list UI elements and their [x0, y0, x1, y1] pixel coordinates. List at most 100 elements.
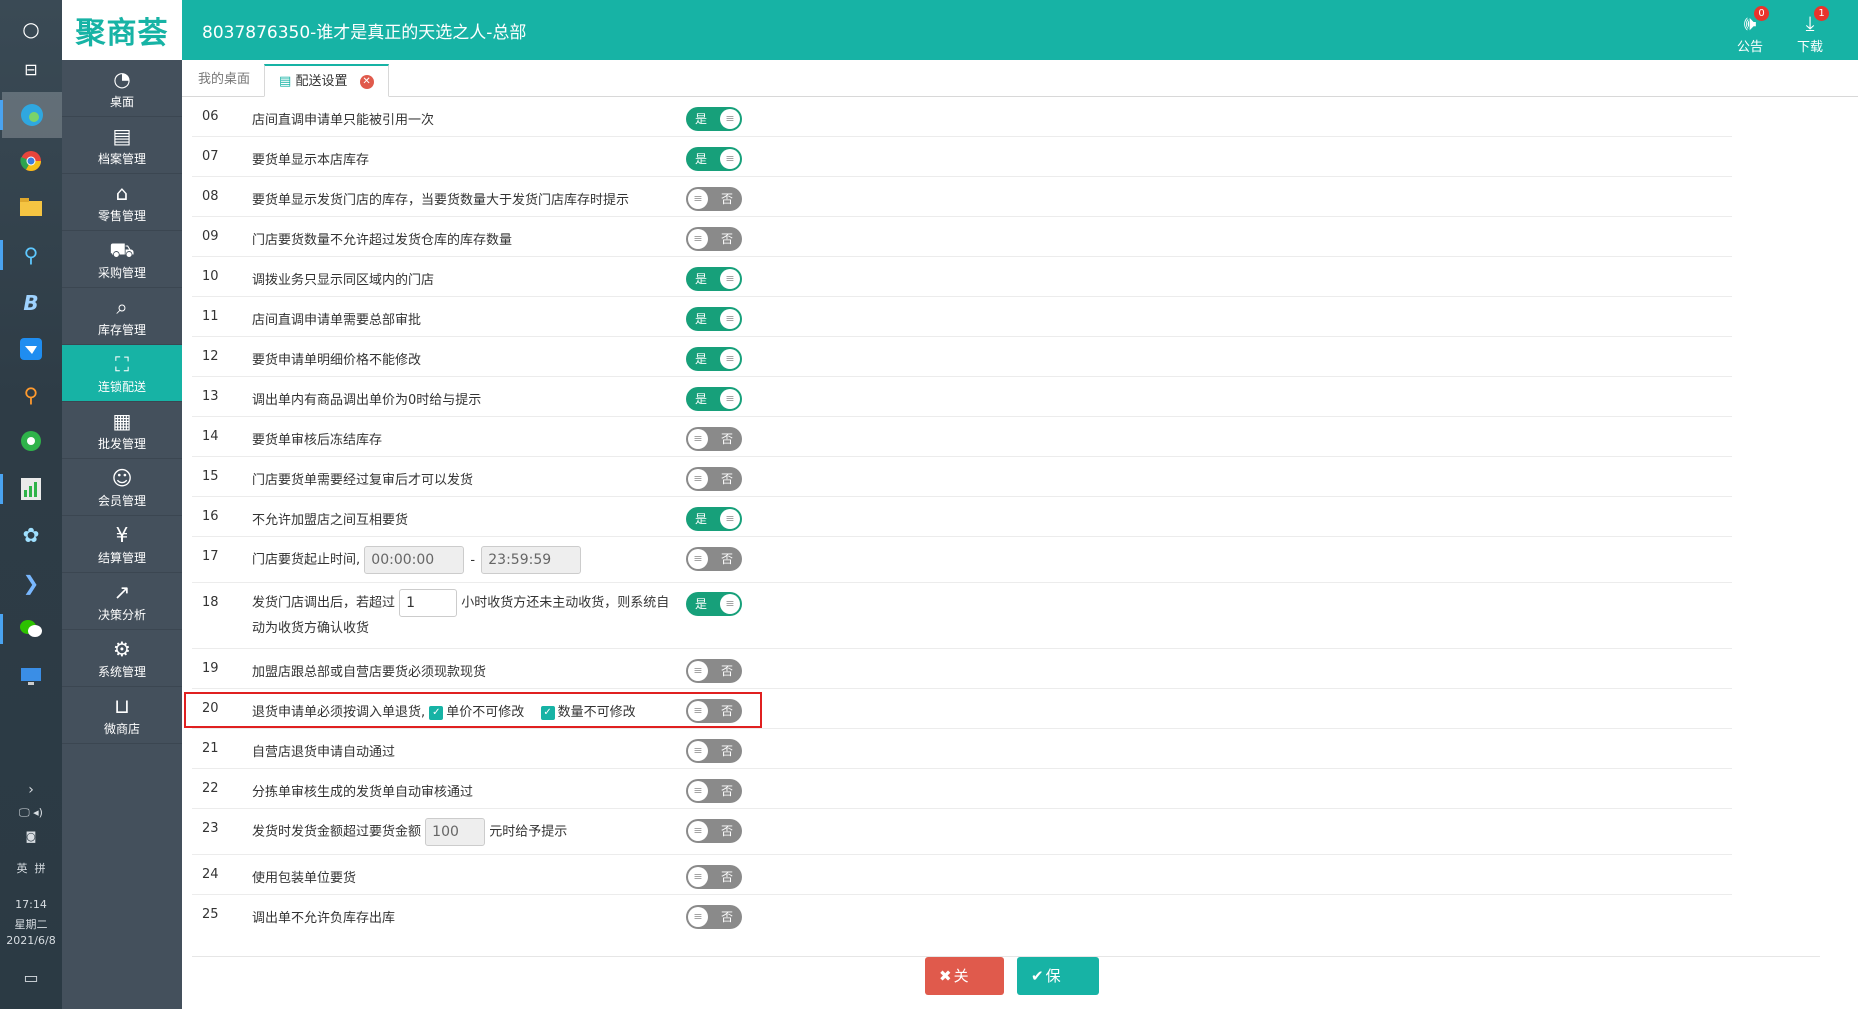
- menu-icon: ≡: [688, 781, 708, 801]
- toggle-switch[interactable]: 是 ≡: [686, 347, 742, 371]
- tray-expand-icon[interactable]: ›: [0, 782, 62, 798]
- toggle-switch[interactable]: ≡ 否: [686, 187, 742, 211]
- file-explorer-icon[interactable]: [14, 190, 48, 224]
- wechat-app-icon[interactable]: [14, 612, 48, 646]
- amount-input[interactable]: 100: [425, 818, 486, 846]
- close-x-icon: ✖: [939, 967, 954, 985]
- feishu-app-icon[interactable]: [14, 332, 48, 366]
- setting-row: 06 店间直调申请单只能被引用一次 是 ≡: [192, 97, 1732, 137]
- flower-app-icon[interactable]: ✿: [14, 518, 48, 552]
- toggle-switch[interactable]: 是 ≡: [686, 147, 742, 171]
- toggle-switch[interactable]: ≡ 否: [686, 659, 742, 683]
- toggle-switch[interactable]: 是 ≡: [686, 507, 742, 531]
- close-button[interactable]: ✖关 闭: [925, 957, 1004, 1009]
- clock-time[interactable]: 17:14: [0, 898, 62, 911]
- nav-item-chain-delivery[interactable]: ⛶ 连锁配送: [62, 345, 182, 402]
- toggle-switch[interactable]: 是 ≡: [686, 387, 742, 411]
- toggle-switch[interactable]: ≡ 否: [686, 739, 742, 763]
- toggle-switch[interactable]: 是 ≡: [686, 307, 742, 331]
- app-logo[interactable]: 聚商荟: [62, 0, 182, 60]
- toggle-switch[interactable]: ≡ 否: [686, 427, 742, 451]
- delivery-icon: ⛶: [115, 351, 129, 376]
- setting-row: 08 要货单显示发货门店的库存，当要货数量大于发货门店库存时提示 ≡ 否: [192, 177, 1732, 217]
- task-view-icon[interactable]: ⊟: [14, 52, 48, 86]
- menu-icon: ≡: [720, 509, 740, 529]
- delivery-settings-list: 06 店间直调申请单只能被引用一次 是 ≡ 07 要货单显示本店库存 是 ≡ 08 …: [182, 97, 1858, 1009]
- toggle-switch[interactable]: 是 ≡: [686, 592, 742, 616]
- chart-app-icon[interactable]: [14, 472, 48, 506]
- tab-my-desktop[interactable]: 我的桌面: [184, 64, 264, 97]
- edge-browser-icon[interactable]: [2, 92, 62, 138]
- running-app-indicator: [0, 614, 3, 644]
- member-icon: ☺: [111, 465, 133, 490]
- toggle-switch[interactable]: ≡ 否: [686, 779, 742, 803]
- dolphin-app-icon[interactable]: ❯: [14, 566, 48, 600]
- menu-icon: ≡: [688, 429, 708, 449]
- remote-desktop-icon[interactable]: [14, 660, 48, 694]
- nav-item-inventory[interactable]: ⌕ 库存管理: [62, 288, 182, 345]
- toggle-switch[interactable]: ≡ 否: [686, 467, 742, 491]
- active-app-indicator: [0, 100, 3, 130]
- download-label: 下载: [1796, 40, 1823, 55]
- menu-icon: ≡: [720, 349, 740, 369]
- clock-date: 2021/6/8: [6, 934, 56, 947]
- unit-price-checkbox[interactable]: ✓: [429, 705, 444, 720]
- save-button[interactable]: ✔保 存: [1017, 957, 1099, 1009]
- security-tray-icon[interactable]: ◙: [0, 830, 62, 843]
- nav-item-system[interactable]: ⚙ 系统管理: [62, 630, 182, 687]
- menu-icon: ≡: [688, 821, 708, 841]
- magnifier-app-icon[interactable]: ⚲: [14, 378, 48, 412]
- nav-item-wholesale[interactable]: ▦ 批发管理: [62, 402, 182, 459]
- setting-row: 12 要货申请单明细价格不能修改 是 ≡: [192, 337, 1732, 377]
- menu-icon: ≡: [688, 549, 708, 569]
- setting-row: 17 门店要货起止时间, 00:00:00 - 23:59:59 ≡ 否: [192, 537, 1732, 583]
- quantity-checkbox[interactable]: ✓: [540, 705, 555, 720]
- menu-icon: ≡: [688, 661, 708, 681]
- setting-row: 19 加盟店跟总部或自营店要货必须现款现货 ≡ 否: [192, 649, 1732, 689]
- green-app-icon[interactable]: [14, 424, 48, 458]
- search-app-icon[interactable]: ⚲: [14, 238, 48, 272]
- close-icon[interactable]: ✕: [359, 74, 374, 89]
- toggle-switch[interactable]: ≡ 否: [686, 905, 742, 929]
- tab-delivery-settings[interactable]: ▤ 配送设置 ✕: [264, 64, 389, 97]
- setting-row: 20 退货申请单必须按调入单退货, ✓ 单价不可修改 ✓ 数量不可修改 ≡ 否: [192, 689, 1732, 729]
- menu-icon: ≡: [720, 389, 740, 409]
- clock-weekday: 星期二: [14, 918, 48, 931]
- setting-row: 21 自营店退货申请自动通过 ≡ 否: [192, 729, 1732, 769]
- nav-item-purchase[interactable]: ⛟ 采购管理: [62, 231, 182, 288]
- bilibili-app-icon[interactable]: B: [14, 286, 48, 320]
- network-volume-tray-icon[interactable]: 🖵 ◂): [0, 806, 62, 820]
- toggle-switch[interactable]: 是 ≡: [686, 107, 742, 131]
- menu-icon: ≡: [688, 701, 708, 721]
- menu-icon: ≡: [688, 907, 708, 927]
- nav-item-retail[interactable]: ⌂ 零售管理: [62, 174, 182, 231]
- notice-label: 公告: [1736, 40, 1763, 55]
- nav-item-analysis[interactable]: ↗ 决策分析: [62, 573, 182, 630]
- toggle-switch[interactable]: ≡ 否: [686, 699, 742, 723]
- windows-taskbar: ○ ⊟ ⚲ B ⚲ ✿ ❯ › 🖵 ◂) ◙ 英 拼 17:14 星期二 202…: [0, 0, 62, 1009]
- notification-icon[interactable]: ▭: [0, 968, 62, 987]
- end-time-input[interactable]: 23:59:59: [481, 546, 582, 574]
- toggle-switch[interactable]: ≡ 否: [686, 547, 742, 571]
- settlement-icon: ¥: [115, 522, 129, 547]
- toggle-switch[interactable]: ≡ 否: [686, 819, 742, 843]
- start-circle-icon[interactable]: ○: [14, 12, 48, 46]
- setting-row: 10 调拨业务只显示同区域内的门店 是 ≡: [192, 257, 1732, 297]
- nav-item-member[interactable]: ☺ 会员管理: [62, 459, 182, 516]
- nav-item-microstore[interactable]: ⊔ 微商店: [62, 687, 182, 744]
- nav-item-settlement[interactable]: ¥ 结算管理: [62, 516, 182, 573]
- setting-row: 22 分拣单审核生成的发货单自动审核通过 ≡ 否: [192, 769, 1732, 809]
- toggle-switch[interactable]: ≡ 否: [686, 865, 742, 889]
- nav-item-archive[interactable]: ▤ 档案管理: [62, 117, 182, 174]
- toggle-switch[interactable]: ≡ 否: [686, 227, 742, 251]
- toggle-switch[interactable]: 是 ≡: [686, 267, 742, 291]
- nav-item-desktop[interactable]: ◔ 桌面: [62, 60, 182, 117]
- download-button[interactable]: ⤓ 下载 1: [1785, 6, 1835, 55]
- chrome-browser-icon[interactable]: [14, 144, 48, 178]
- tab-label: 配送设置: [295, 74, 348, 89]
- hours-input[interactable]: 1: [399, 589, 458, 617]
- ime-indicator[interactable]: 英 拼: [0, 860, 62, 876]
- notice-button[interactable]: 🕪 公告 0: [1725, 6, 1775, 55]
- start-time-input[interactable]: 00:00:00: [364, 546, 465, 574]
- check-icon: ✔: [1031, 967, 1046, 985]
